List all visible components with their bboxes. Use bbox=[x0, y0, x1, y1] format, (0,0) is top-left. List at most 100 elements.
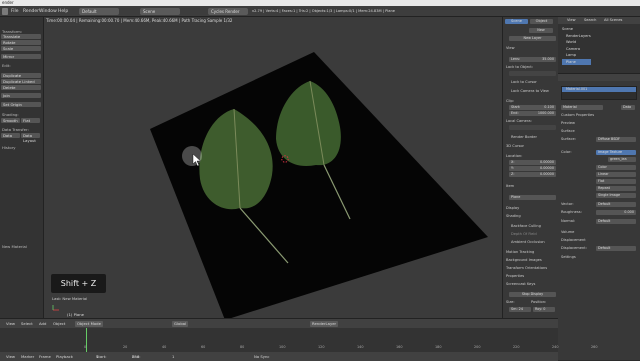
properties-header[interactable]: Properties bbox=[506, 274, 556, 279]
render-engine-select[interactable]: Cycles Render bbox=[208, 8, 248, 15]
lock-object-field[interactable] bbox=[509, 71, 556, 76]
menu-help[interactable]: Help bbox=[58, 6, 68, 17]
transform-orientations-header[interactable]: Transform Orientations bbox=[506, 266, 556, 271]
item-name-field[interactable]: Plane bbox=[509, 195, 556, 200]
vp-menu-view[interactable]: View bbox=[6, 319, 15, 328]
source-select[interactable]: Single Image bbox=[596, 193, 636, 198]
roughness-field[interactable]: 0.000 bbox=[596, 210, 636, 215]
data-button[interactable]: Data bbox=[1, 133, 20, 138]
timeline-tick-label: 40 bbox=[162, 345, 167, 349]
background-images-header[interactable]: Background Images bbox=[506, 258, 556, 263]
menu-file[interactable]: File bbox=[11, 6, 19, 17]
duplicate-button[interactable]: Duplicate bbox=[1, 73, 41, 78]
3d-cursor-header[interactable]: 3D Cursor bbox=[506, 144, 556, 149]
history-section-label[interactable]: History bbox=[2, 145, 16, 150]
join-button[interactable]: Join bbox=[1, 93, 41, 98]
settings-header[interactable]: Settings bbox=[561, 255, 611, 260]
displacement-field[interactable]: Default bbox=[596, 246, 636, 251]
surface-header[interactable]: Surface bbox=[561, 129, 611, 134]
lens-field[interactable]: Lens: 35.000 bbox=[509, 57, 556, 62]
lock-to-cursor-checkbox[interactable]: Lock to Cursor bbox=[511, 80, 561, 85]
display-header[interactable]: Display bbox=[506, 206, 556, 211]
depth-of-field-checkbox[interactable]: Depth Of Field bbox=[511, 232, 561, 237]
menu-window[interactable]: Window bbox=[39, 6, 57, 17]
info-editor-icon[interactable] bbox=[2, 8, 8, 15]
timeline-tick-label: 200 bbox=[474, 345, 481, 349]
vector-field[interactable]: Default bbox=[596, 202, 636, 207]
new-button[interactable]: New bbox=[529, 28, 553, 33]
mode-select[interactable]: Object Mode bbox=[75, 320, 103, 327]
volume-header[interactable]: Volume bbox=[561, 230, 611, 235]
viewport-toolbar: View Select Add Object Object Mode Globa… bbox=[0, 319, 558, 328]
backface-culling-checkbox[interactable]: Backface Culling bbox=[511, 224, 561, 229]
menu-render[interactable]: Render bbox=[23, 6, 39, 17]
3d-viewport[interactable]: Time:00:00.04 | Remaining:00:00.70 | Mem… bbox=[44, 17, 502, 318]
orientation-select[interactable]: Global bbox=[172, 320, 189, 327]
layout-select[interactable]: Default bbox=[79, 8, 119, 15]
smooth-button[interactable]: Smooth bbox=[1, 118, 20, 123]
new-layer-button[interactable]: New Layer bbox=[509, 36, 556, 41]
normal-field[interactable]: Default bbox=[596, 219, 636, 224]
vp-menu-object[interactable]: Object bbox=[53, 319, 65, 328]
timeline-tick-label: 160 bbox=[396, 345, 403, 349]
duplicate-linked-button[interactable]: Duplicate Linked bbox=[1, 79, 41, 84]
clip-end-field[interactable]: End: 1000.000 bbox=[509, 111, 556, 116]
location-label: Location: bbox=[506, 154, 523, 158]
position-field[interactable]: Roy: 0 bbox=[533, 307, 555, 312]
render-border-checkbox[interactable]: Render Border bbox=[511, 135, 561, 140]
scene-select[interactable]: Scene bbox=[140, 8, 180, 15]
motion-tracking-header[interactable]: Motion Tracking bbox=[506, 250, 556, 255]
material-field[interactable]: Material bbox=[561, 105, 603, 110]
tab-object[interactable]: Object bbox=[530, 19, 553, 24]
delete-button[interactable]: Delete bbox=[1, 85, 41, 90]
scale-button[interactable]: Scale bbox=[1, 46, 41, 51]
tab-scene[interactable]: Scene bbox=[505, 19, 528, 24]
outliner-menu-search[interactable]: Search bbox=[584, 17, 596, 24]
flat-button[interactable]: Flat bbox=[21, 118, 40, 123]
size-field[interactable]: Sm: 24 bbox=[509, 307, 531, 312]
view-header[interactable]: View bbox=[506, 46, 556, 51]
interpolation-select[interactable]: Linear bbox=[596, 172, 636, 177]
material-slot-list[interactable]: Material.001 bbox=[561, 86, 637, 100]
outliner-scene-filter[interactable]: All Scenes bbox=[604, 17, 622, 24]
timeline-tick-label: 60 bbox=[201, 345, 206, 349]
image-name-field[interactable]: green_lea bbox=[608, 157, 636, 162]
projection-select[interactable]: Flat bbox=[596, 179, 636, 184]
color-space-select[interactable]: Color bbox=[596, 165, 636, 170]
vp-menu-select[interactable]: Select bbox=[21, 319, 33, 328]
rotate-button[interactable]: Rotate bbox=[1, 40, 41, 45]
vp-menu-add[interactable]: Add bbox=[39, 319, 46, 328]
local-camera-field[interactable] bbox=[509, 125, 556, 130]
material-slot-item[interactable]: Material.001 bbox=[562, 87, 636, 92]
shortcut-overlay: Shift + Z bbox=[51, 274, 106, 293]
translate-button[interactable]: Translate bbox=[1, 34, 41, 39]
set-origin-button[interactable]: Set Origin bbox=[1, 102, 41, 107]
item-header[interactable]: Item bbox=[506, 184, 556, 189]
outliner-menu-view[interactable]: View bbox=[567, 17, 576, 24]
data-layout-button[interactable]: Data Layout bbox=[21, 133, 40, 143]
custom-properties-header[interactable]: Custom Properties bbox=[561, 113, 611, 118]
displacement-header[interactable]: Displacement bbox=[561, 238, 611, 243]
surface-field[interactable]: Diffuse BSDF bbox=[596, 137, 636, 142]
mirror-button[interactable]: Mirror bbox=[1, 54, 41, 59]
shading-header[interactable]: Shading bbox=[506, 214, 556, 219]
extension-select[interactable]: Repeat bbox=[596, 186, 636, 191]
preview-header[interactable]: Preview bbox=[561, 121, 611, 126]
timeline: View Select Add Object Object Mode Globa… bbox=[0, 318, 597, 361]
screencast-keys-header[interactable]: Screencast Keys bbox=[506, 282, 556, 287]
cursor-x-field[interactable]: X: 0.00000 bbox=[509, 160, 556, 165]
color-field[interactable]: Image Texture bbox=[596, 150, 636, 155]
timeline-area[interactable]: 0 20 40 60 80 100 120 140 160 180 200 220 240 260 bbox=[0, 328, 597, 352]
cursor-z-field[interactable]: Z: 0.00000 bbox=[509, 172, 556, 177]
outliner-item-plane[interactable]: Plane bbox=[562, 58, 591, 65]
ambient-occlusion-checkbox[interactable]: Ambient Occlusion bbox=[511, 240, 561, 245]
data-tab-button[interactable]: Data bbox=[621, 105, 635, 110]
clip-start-field[interactable]: Start: 0.100 bbox=[509, 105, 556, 110]
local-camera-label: Local Camera: bbox=[506, 119, 532, 123]
scene-stats: v2.79 | Verts:4 | Faces:1 | Tris:2 | Obj… bbox=[252, 9, 395, 13]
cursor-y-field[interactable]: Y: 0.00000 bbox=[509, 166, 556, 171]
render-layer-select[interactable]: RenderLayer bbox=[310, 320, 339, 327]
lock-camera-checkbox[interactable]: Lock Camera to View bbox=[511, 89, 561, 94]
stop-display-button[interactable]: Stop Display bbox=[509, 292, 556, 297]
last-operation-label: Last: New Material bbox=[52, 296, 88, 301]
